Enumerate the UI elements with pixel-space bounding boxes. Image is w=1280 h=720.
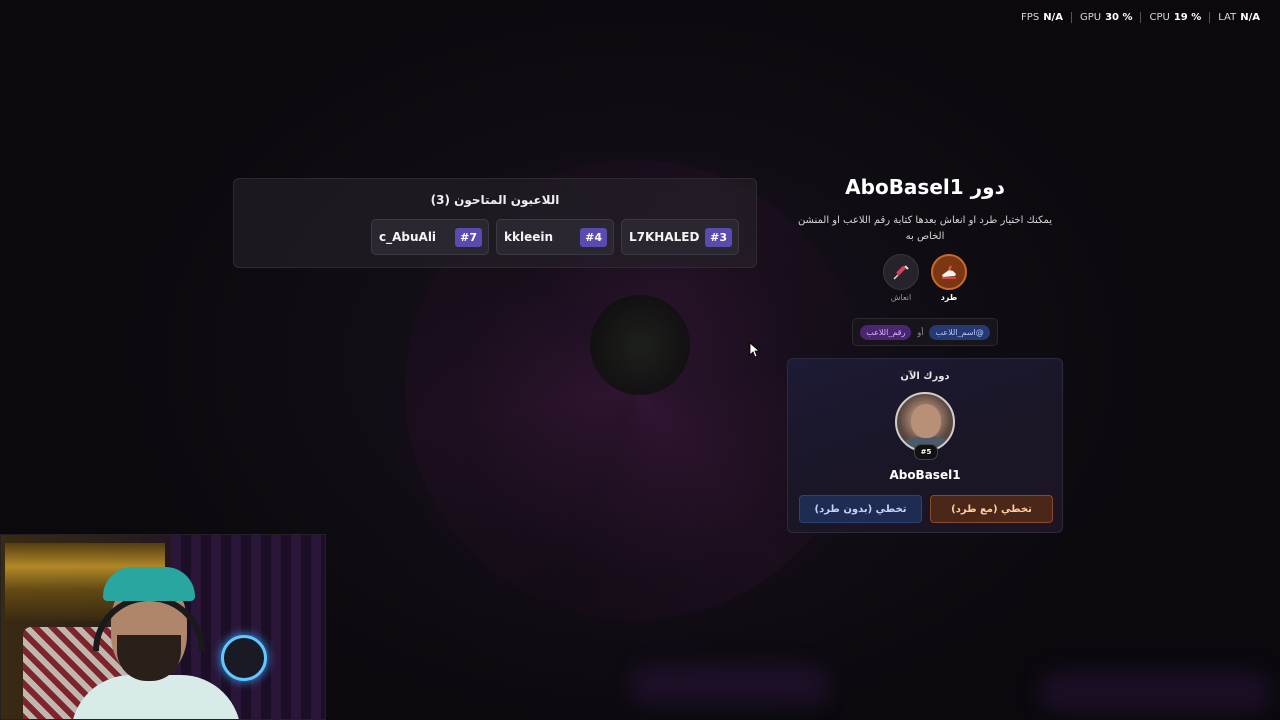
- player-chip[interactable]: L7KHALED #3: [621, 219, 739, 255]
- available-players-panel: اللاعبون المتاحون (3) L7KHALED #3 kkleei…: [233, 178, 757, 268]
- available-players-title: اللاعبون المتاحون (3): [430, 193, 560, 207]
- stat-cpu: CPU 19 %: [1140, 12, 1209, 23]
- player-name: c_AbuAli: [379, 230, 437, 244]
- player-number-badge: #5: [914, 444, 938, 460]
- your-turn-label: دورك الآن: [900, 371, 950, 382]
- avatar: [895, 392, 955, 452]
- stat-label: CPU: [1149, 12, 1170, 23]
- revive-action[interactable]: انعاش: [881, 254, 921, 302]
- stat-fps: FPS N/A: [1013, 12, 1071, 23]
- or-text: أو: [917, 327, 924, 337]
- kick-label: طرد: [940, 293, 958, 302]
- player-number-badge: #3: [705, 227, 732, 247]
- avatar-face: [911, 404, 941, 438]
- webcam-overlay: [0, 534, 326, 720]
- mouse-cursor-icon: [749, 342, 761, 358]
- stat-value: N/A: [1043, 12, 1063, 23]
- current-player-name: AboBasel1: [889, 468, 961, 482]
- stat-label: GPU: [1079, 12, 1102, 23]
- revive-label: انعاش: [890, 293, 912, 302]
- syringe-icon: [883, 254, 919, 290]
- stat-value: 30 %: [1105, 12, 1133, 23]
- roulette-wheel-hub: [590, 295, 690, 395]
- player-chip[interactable]: c_AbuAli #7: [371, 219, 489, 255]
- current-turn-card: دورك الآن #5 AboBasel1 تخطي (مع طرد) تخط…: [787, 358, 1063, 533]
- microphone-icon: [221, 635, 267, 681]
- bottom-glow: [630, 665, 830, 705]
- command-format-hint: @اسم_اللاعب أو رقم_اللاعب: [852, 318, 998, 346]
- stat-lat: LAT N/A: [1209, 12, 1268, 23]
- kick-action[interactable]: طرد: [929, 254, 969, 302]
- stat-value: 19 %: [1173, 12, 1202, 23]
- stat-label: FPS: [1021, 12, 1040, 23]
- kick-icon: [931, 254, 967, 290]
- performance-stats: FPS N/A GPU 30 % CPU 19 % LAT N/A: [1013, 12, 1268, 23]
- webcam-person-cap: [103, 567, 195, 601]
- stat-value: N/A: [1240, 12, 1260, 23]
- bottom-glow: [1040, 672, 1270, 712]
- player-name: kkleein: [504, 230, 554, 244]
- stat-label: LAT: [1218, 12, 1237, 23]
- player-mention-tag: @اسم_اللاعب: [929, 324, 990, 340]
- game-screen: FPS N/A GPU 30 % CPU 19 % LAT N/A اللاعب…: [0, 0, 1280, 720]
- skip-without-kick-button[interactable]: تخطي (بدون طرد): [799, 495, 922, 523]
- skip-with-kick-button[interactable]: تخطي (مع طرد): [930, 495, 1053, 523]
- turn-description: يمكنك اختيار طرد او انعاش بعدها كتابة رق…: [797, 215, 1053, 242]
- turn-title: دور AboBasel1: [845, 175, 1005, 199]
- player-chip[interactable]: kkleein #4: [496, 219, 614, 255]
- player-number-badge: #7: [455, 227, 482, 247]
- player-number-badge: #4: [580, 227, 607, 247]
- player-name: L7KHALED: [629, 230, 700, 244]
- stat-gpu: GPU 30 %: [1070, 12, 1141, 23]
- player-number-tag: رقم_اللاعب: [860, 324, 912, 340]
